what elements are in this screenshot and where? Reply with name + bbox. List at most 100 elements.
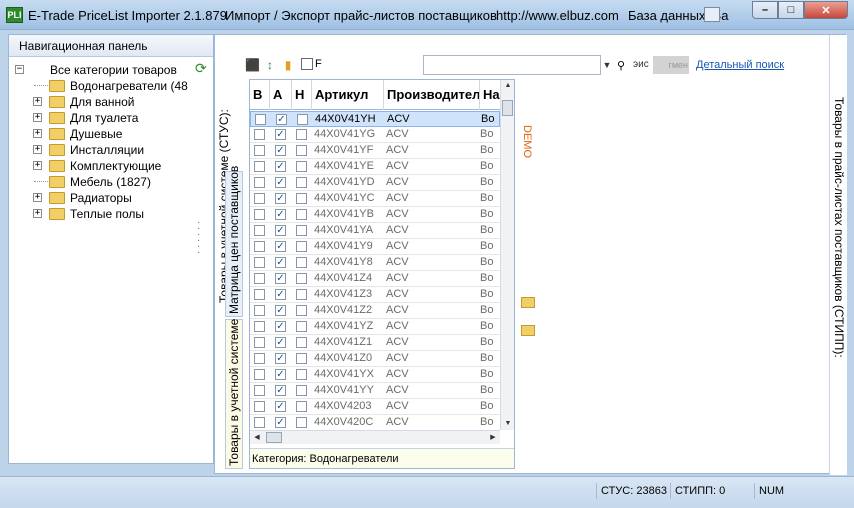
scroll-right-icon[interactable]: ▶: [486, 431, 500, 445]
open-folder-icon[interactable]: [521, 297, 535, 308]
row-checkbox-n[interactable]: [296, 193, 307, 204]
table-row[interactable]: ✓ 44X0V41Z1 ACV Во: [250, 335, 500, 351]
row-checkbox-v[interactable]: [254, 241, 265, 252]
table-row[interactable]: ✓ 44X0V41YE ACV Во: [250, 159, 500, 175]
scroll-left-icon[interactable]: ◀: [250, 431, 264, 445]
row-checkbox-v[interactable]: [254, 273, 265, 284]
row-checkbox-v[interactable]: [254, 321, 265, 332]
scroll-up-icon[interactable]: ▲: [501, 80, 515, 92]
table-row[interactable]: ✓ 44X0V41YC ACV Во: [250, 191, 500, 207]
table-row[interactable]: ✓ 44X0V41YZ ACV Во: [250, 319, 500, 335]
row-checkbox-a[interactable]: ✓: [275, 177, 286, 188]
tree-item-category[interactable]: + Для ванной: [9, 94, 213, 110]
row-checkbox-n[interactable]: [296, 337, 307, 348]
row-checkbox-a[interactable]: ✓: [275, 129, 286, 140]
row-checkbox-n[interactable]: [296, 401, 307, 412]
column-header-a[interactable]: А: [270, 80, 292, 110]
tree-item-category[interactable]: Мебель (1827): [9, 174, 213, 190]
row-checkbox-n[interactable]: [296, 273, 307, 284]
tree-item-category[interactable]: + Комплектующие: [9, 158, 213, 174]
row-checkbox-n[interactable]: [296, 129, 307, 140]
import-icon[interactable]: ⬛: [245, 58, 260, 72]
row-checkbox-v[interactable]: [254, 161, 265, 172]
row-checkbox-n[interactable]: [296, 161, 307, 172]
table-row[interactable]: ✓ 44X0V41Z2 ACV Во: [250, 303, 500, 319]
row-checkbox-a[interactable]: ✓: [275, 417, 286, 428]
table-row[interactable]: ✓ 44X0V41YG ACV Во: [250, 127, 500, 143]
row-checkbox-a[interactable]: ✓: [275, 209, 286, 220]
table-row[interactable]: ✓ 44X0V4203 ACV Во: [250, 399, 500, 415]
panel-splitter-handle[interactable]: · · · · · ·: [197, 218, 203, 260]
filter-icon[interactable]: ▮: [281, 58, 295, 72]
expand-icon[interactable]: +: [33, 145, 42, 154]
search-option-field[interactable]: гмен: [653, 56, 689, 74]
row-checkbox-a[interactable]: ✓: [275, 369, 286, 380]
sort-icon[interactable]: ↕: [263, 58, 277, 72]
row-checkbox-v[interactable]: [254, 401, 265, 412]
close-button[interactable]: ✕: [804, 1, 848, 19]
table-row[interactable]: ✓ 44X0V41Y9 ACV Во: [250, 239, 500, 255]
table-row[interactable]: ✓ 44X0V41YB ACV Во: [250, 207, 500, 223]
maximize-button[interactable]: □: [778, 1, 804, 19]
row-checkbox-v[interactable]: [254, 177, 265, 188]
row-checkbox-n[interactable]: [296, 417, 307, 428]
tree-item-category[interactable]: + Радиаторы: [9, 190, 213, 206]
row-checkbox-a[interactable]: ✓: [275, 289, 286, 300]
vertical-scroll-thumb[interactable]: [502, 100, 513, 116]
row-checkbox-v[interactable]: [254, 337, 265, 348]
expand-icon[interactable]: +: [33, 161, 42, 170]
binoculars-icon[interactable]: ⚲: [617, 59, 625, 72]
filter-checkbox[interactable]: [301, 58, 313, 70]
expand-icon[interactable]: +: [33, 129, 42, 138]
tree-item-category[interactable]: Водонагреватели (48: [9, 78, 213, 94]
column-header-article[interactable]: Артикул: [312, 80, 384, 110]
table-row[interactable]: ✓ 44X0V41YF ACV Во: [250, 143, 500, 159]
row-checkbox-n[interactable]: [296, 385, 307, 396]
tree-item-category[interactable]: + Инсталляции: [9, 142, 213, 158]
expand-icon[interactable]: +: [33, 113, 42, 122]
row-checkbox-a[interactable]: ✓: [275, 385, 286, 396]
column-header-n[interactable]: Н: [292, 80, 312, 110]
row-checkbox-v[interactable]: [254, 385, 265, 396]
minimize-button[interactable]: –: [752, 1, 778, 19]
table-row[interactable]: ✓ 44X0V420C ACV Во: [250, 415, 500, 430]
row-checkbox-n[interactable]: [296, 369, 307, 380]
tab-goods-in-system[interactable]: Товары в учетной системе: [225, 319, 243, 469]
horizontal-scroll-thumb[interactable]: [266, 432, 282, 443]
row-checkbox-a[interactable]: ✓: [275, 401, 286, 412]
tree-item-category[interactable]: + Душевые: [9, 126, 213, 142]
column-header-name[interactable]: На: [480, 80, 500, 110]
expand-icon[interactable]: +: [33, 97, 42, 106]
folder-settings-icon[interactable]: [521, 325, 535, 336]
row-checkbox-n[interactable]: [296, 209, 307, 220]
table-row[interactable]: ✓ 44X0V41Z3 ACV Во: [250, 287, 500, 303]
row-checkbox-n[interactable]: [296, 241, 307, 252]
table-row[interactable]: ✓ 44X0V41Y8 ACV Во: [250, 255, 500, 271]
table-row[interactable]: ✓ 44X0V41YD ACV Во: [250, 175, 500, 191]
row-checkbox-a[interactable]: ✓: [275, 257, 286, 268]
row-checkbox-a[interactable]: ✓: [275, 273, 286, 284]
row-checkbox-v[interactable]: [254, 417, 265, 428]
row-checkbox-v[interactable]: [254, 257, 265, 268]
row-checkbox-a[interactable]: ✓: [275, 305, 286, 316]
column-header-v[interactable]: В: [250, 80, 270, 110]
tab-supplier-pricelists[interactable]: Товары в прайс-листах поставщиков (СТИПП…: [829, 35, 847, 475]
tree-item-category[interactable]: + Для туалета: [9, 110, 213, 126]
row-checkbox-v[interactable]: [254, 145, 265, 156]
row-checkbox-v[interactable]: [254, 129, 265, 140]
row-checkbox-n[interactable]: [296, 225, 307, 236]
row-checkbox-n[interactable]: [296, 289, 307, 300]
row-checkbox-a[interactable]: ✓: [275, 225, 286, 236]
row-checkbox-n[interactable]: [296, 177, 307, 188]
expand-icon[interactable]: +: [33, 193, 42, 202]
row-checkbox-n[interactable]: [296, 321, 307, 332]
table-row[interactable]: ✓ 44X0V41YA ACV Во: [250, 223, 500, 239]
detailed-search-link[interactable]: Детальный поиск: [696, 59, 784, 71]
table-row[interactable]: ✓ 44X0V41YX ACV Во: [250, 367, 500, 383]
row-checkbox-n[interactable]: [296, 305, 307, 316]
search-input[interactable]: [423, 55, 601, 75]
row-checkbox-v[interactable]: [254, 289, 265, 300]
row-checkbox-a[interactable]: ✓: [275, 337, 286, 348]
tab-price-matrix[interactable]: Матрица цен поставщиков: [225, 166, 243, 317]
row-checkbox-v[interactable]: [254, 353, 265, 364]
